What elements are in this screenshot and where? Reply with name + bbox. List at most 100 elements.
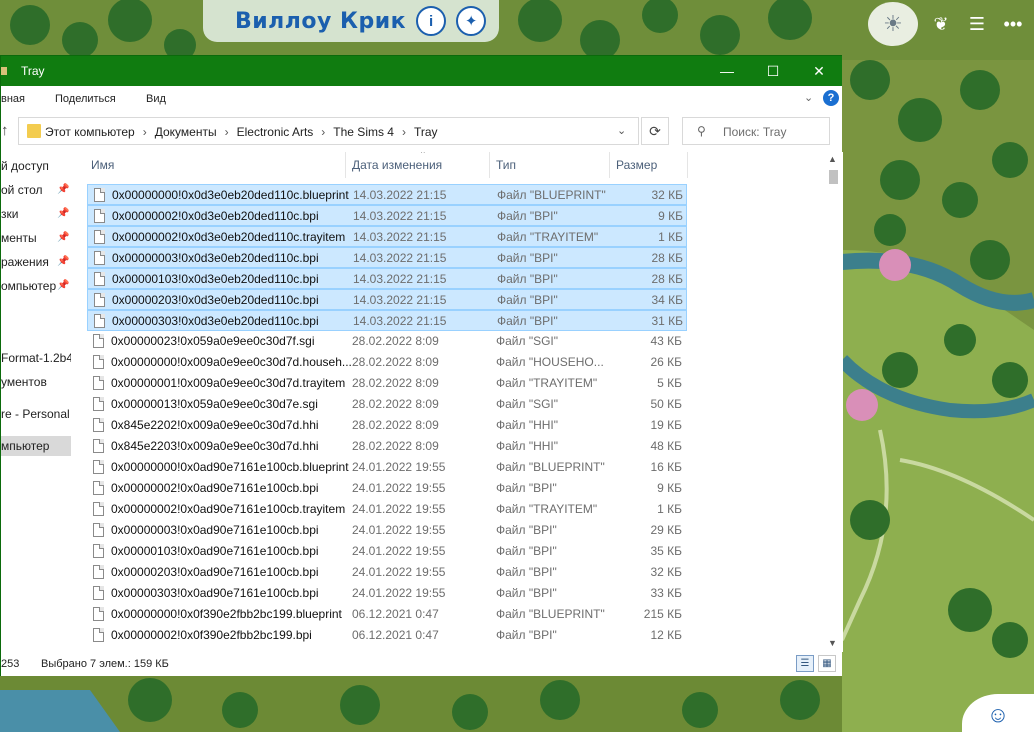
hud-top-right: ☀ ❦ ☰ ••• xyxy=(868,2,1026,46)
nav-item[interactable]: re - Personal xyxy=(1,404,71,424)
ellipsis-icon[interactable]: ••• xyxy=(1000,11,1026,37)
relationship-icon[interactable]: ❦ xyxy=(928,11,954,37)
file-name: 0x00000000!0x0d3e0eb20ded110c.blueprint xyxy=(112,188,349,202)
file-icon xyxy=(93,502,104,516)
column-divider[interactable] xyxy=(687,152,688,178)
tab-home[interactable]: вная xyxy=(1,93,25,105)
table-row[interactable]: 0x00000002!0x0d3e0eb20ded110c.trayitem 14… xyxy=(87,226,687,247)
table-row[interactable]: 0x845e2202!0x009a0e9ee0c30d7d.hhi 28.02.2… xyxy=(87,415,687,436)
table-row[interactable]: 0x00000303!0x0d3e0eb20ded110c.bpi 14.03.2… xyxy=(87,310,687,331)
chevron-right-icon[interactable]: › xyxy=(225,125,229,139)
tab-view[interactable]: Вид xyxy=(146,93,166,105)
file-name: 0x00000000!0x009a0e9ee0c30d7d.househ... xyxy=(111,355,351,369)
nav-item[interactable]: й доступ xyxy=(1,156,71,176)
title-bar[interactable]: Tray — ☐ ✕ xyxy=(1,56,842,86)
chevron-down-icon[interactable]: ⌄ xyxy=(617,124,626,137)
column-header-date[interactable]: Дата изменения xyxy=(352,158,442,172)
selection-summary: Выбрано 7 элем.: 159 КБ xyxy=(41,658,169,670)
table-row[interactable]: 0x00000002!0x0ad90e7161e100cb.bpi 24.01.2… xyxy=(87,478,687,499)
table-row[interactable]: 0x00000002!0x0d3e0eb20ded110c.bpi 14.03.2… xyxy=(87,205,687,226)
footprint-icon[interactable]: ✦ xyxy=(456,6,487,36)
file-name: 0x00000002!0x0ad90e7161e100cb.bpi xyxy=(111,481,319,495)
column-header-name[interactable]: Имя xyxy=(91,158,114,172)
details-view-icon[interactable]: ☰ xyxy=(796,655,814,672)
breadcrumb-item[interactable]: Tray xyxy=(414,125,438,139)
breadcrumb-item[interactable]: Документы xyxy=(155,125,217,139)
search-input[interactable]: ⚲ Поиск: Tray xyxy=(682,117,830,145)
file-date: 14.03.2022 21:15 xyxy=(353,209,447,223)
file-name: 0x00000013!0x059a0e9ee0c30d7e.sgi xyxy=(111,397,318,411)
file-name: 0x845e2202!0x009a0e9ee0c30d7d.hhi xyxy=(111,418,319,432)
navigation-pane: й доступ ой стол 📌 зки 📌 менты 📌 ражения 📌 омпьют… xyxy=(1,152,71,652)
table-row[interactable]: 0x00000013!0x059a0e9ee0c30d7e.sgi 28.02.2… xyxy=(87,394,687,415)
breadcrumb-item[interactable]: The Sims 4 xyxy=(333,125,394,139)
table-row[interactable]: 0x00000303!0x0ad90e7161e100cb.bpi 24.01.2… xyxy=(87,583,687,604)
nav-item[interactable]: ументов xyxy=(1,372,71,392)
nav-item[interactable]: мпьютер xyxy=(1,436,71,456)
chevron-right-icon[interactable]: › xyxy=(402,125,406,139)
info-icon[interactable]: i xyxy=(416,6,447,36)
lightbulb-icon[interactable]: ☀ xyxy=(868,2,918,46)
list-icon[interactable]: ☰ xyxy=(964,11,990,37)
table-row[interactable]: 0x845e2203!0x009a0e9ee0c30d7d.hhi 28.02.2… xyxy=(87,436,687,457)
table-row[interactable]: 0x00000103!0x0ad90e7161e100cb.bpi 24.01.2… xyxy=(87,541,687,562)
pin-icon[interactable]: 📌 xyxy=(57,280,69,291)
file-type: Файл "BPI" xyxy=(496,481,557,495)
table-row[interactable]: 0x00000000!0x0ad90e7161e100cb.blueprint 2… xyxy=(87,457,687,478)
pin-icon[interactable]: 📌 xyxy=(57,208,69,219)
scroll-down-icon[interactable]: ▼ xyxy=(828,638,837,648)
breadcrumb-item[interactable]: Electronic Arts xyxy=(237,125,314,139)
file-icon xyxy=(93,439,104,453)
file-size: 32 КБ xyxy=(651,188,683,202)
chevron-right-icon[interactable]: › xyxy=(321,125,325,139)
folder-icon xyxy=(27,124,41,138)
help-icon[interactable]: ? xyxy=(823,90,839,106)
breadcrumb-item[interactable]: Этот компьютер xyxy=(45,125,135,139)
maximize-button[interactable]: ☐ xyxy=(750,56,796,86)
chevron-down-icon[interactable]: ⌄ xyxy=(804,91,813,104)
pin-icon[interactable]: 📌 xyxy=(57,184,69,195)
file-icon xyxy=(94,293,105,307)
minimize-button[interactable]: — xyxy=(704,56,750,86)
tab-share[interactable]: Поделиться xyxy=(55,93,116,105)
table-row[interactable]: 0x00000003!0x0ad90e7161e100cb.bpi 24.01.2… xyxy=(87,520,687,541)
table-row[interactable]: 0x00000023!0x059a0e9ee0c30d7f.sgi 28.02.2… xyxy=(87,331,687,352)
pin-icon[interactable]: 📌 xyxy=(57,232,69,243)
table-row[interactable]: 0x00000002!0x0ad90e7161e100cb.trayitem 24… xyxy=(87,499,687,520)
table-row[interactable]: 0x00000003!0x0d3e0eb20ded110c.bpi 14.03.2… xyxy=(87,247,687,268)
file-type: Файл "BPI" xyxy=(497,293,558,307)
column-divider[interactable] xyxy=(489,152,490,178)
column-divider[interactable] xyxy=(345,152,346,178)
column-divider[interactable] xyxy=(609,152,610,178)
nav-item[interactable]: Format-1.2b4 xyxy=(1,348,71,368)
vertical-scrollbar[interactable]: ▲ ▼ xyxy=(825,152,842,652)
table-row[interactable]: 0x00000000!0x0f390e2fbb2bc199.blueprint 0… xyxy=(87,604,687,625)
file-size: 215 КБ xyxy=(643,607,682,621)
large-icons-view-icon[interactable]: ▦ xyxy=(818,655,836,672)
pin-icon[interactable]: 📌 xyxy=(57,256,69,267)
scroll-thumb[interactable] xyxy=(829,170,838,184)
refresh-button[interactable]: ⟳ xyxy=(641,117,669,145)
file-size: 28 КБ xyxy=(651,272,683,286)
table-row[interactable]: 0x00000000!0x0d3e0eb20ded110c.blueprint 1… xyxy=(87,184,687,205)
chevron-right-icon[interactable]: › xyxy=(143,125,147,139)
table-row[interactable]: 0x00000001!0x009a0e9ee0c30d7d.trayitem 28… xyxy=(87,373,687,394)
table-row[interactable]: 0x00000203!0x0d3e0eb20ded110c.bpi 14.03.2… xyxy=(87,289,687,310)
nav-item[interactable] xyxy=(1,300,71,320)
file-date: 28.02.2022 8:09 xyxy=(352,439,439,453)
address-bar[interactable]: Этот компьютер › Документы › Electronic Ar… xyxy=(18,117,639,145)
table-row[interactable]: 0x00000000!0x009a0e9ee0c30d7d.househ... 2… xyxy=(87,352,687,373)
file-icon xyxy=(94,314,105,328)
table-row[interactable]: 0x00000203!0x0ad90e7161e100cb.bpi 24.01.2… xyxy=(87,562,687,583)
column-header-type[interactable]: Тип xyxy=(496,158,516,172)
close-button[interactable]: ✕ xyxy=(796,56,842,86)
table-row[interactable]: 0x00000002!0x0f390e2fbb2bc199.bpi 06.12.2… xyxy=(87,625,687,646)
column-header-size[interactable]: Размер xyxy=(616,158,657,172)
up-arrow-icon[interactable]: ↑ xyxy=(1,122,9,139)
file-date: 24.01.2022 19:55 xyxy=(352,502,446,516)
column-header-row: Имя ^ Дата изменения Тип Размер xyxy=(73,152,825,178)
scroll-up-icon[interactable]: ▲ xyxy=(828,154,837,164)
file-icon xyxy=(93,418,104,432)
table-row[interactable]: 0x00000103!0x0d3e0eb20ded110c.bpi 14.03.2… xyxy=(87,268,687,289)
file-date: 14.03.2022 21:15 xyxy=(353,188,447,202)
